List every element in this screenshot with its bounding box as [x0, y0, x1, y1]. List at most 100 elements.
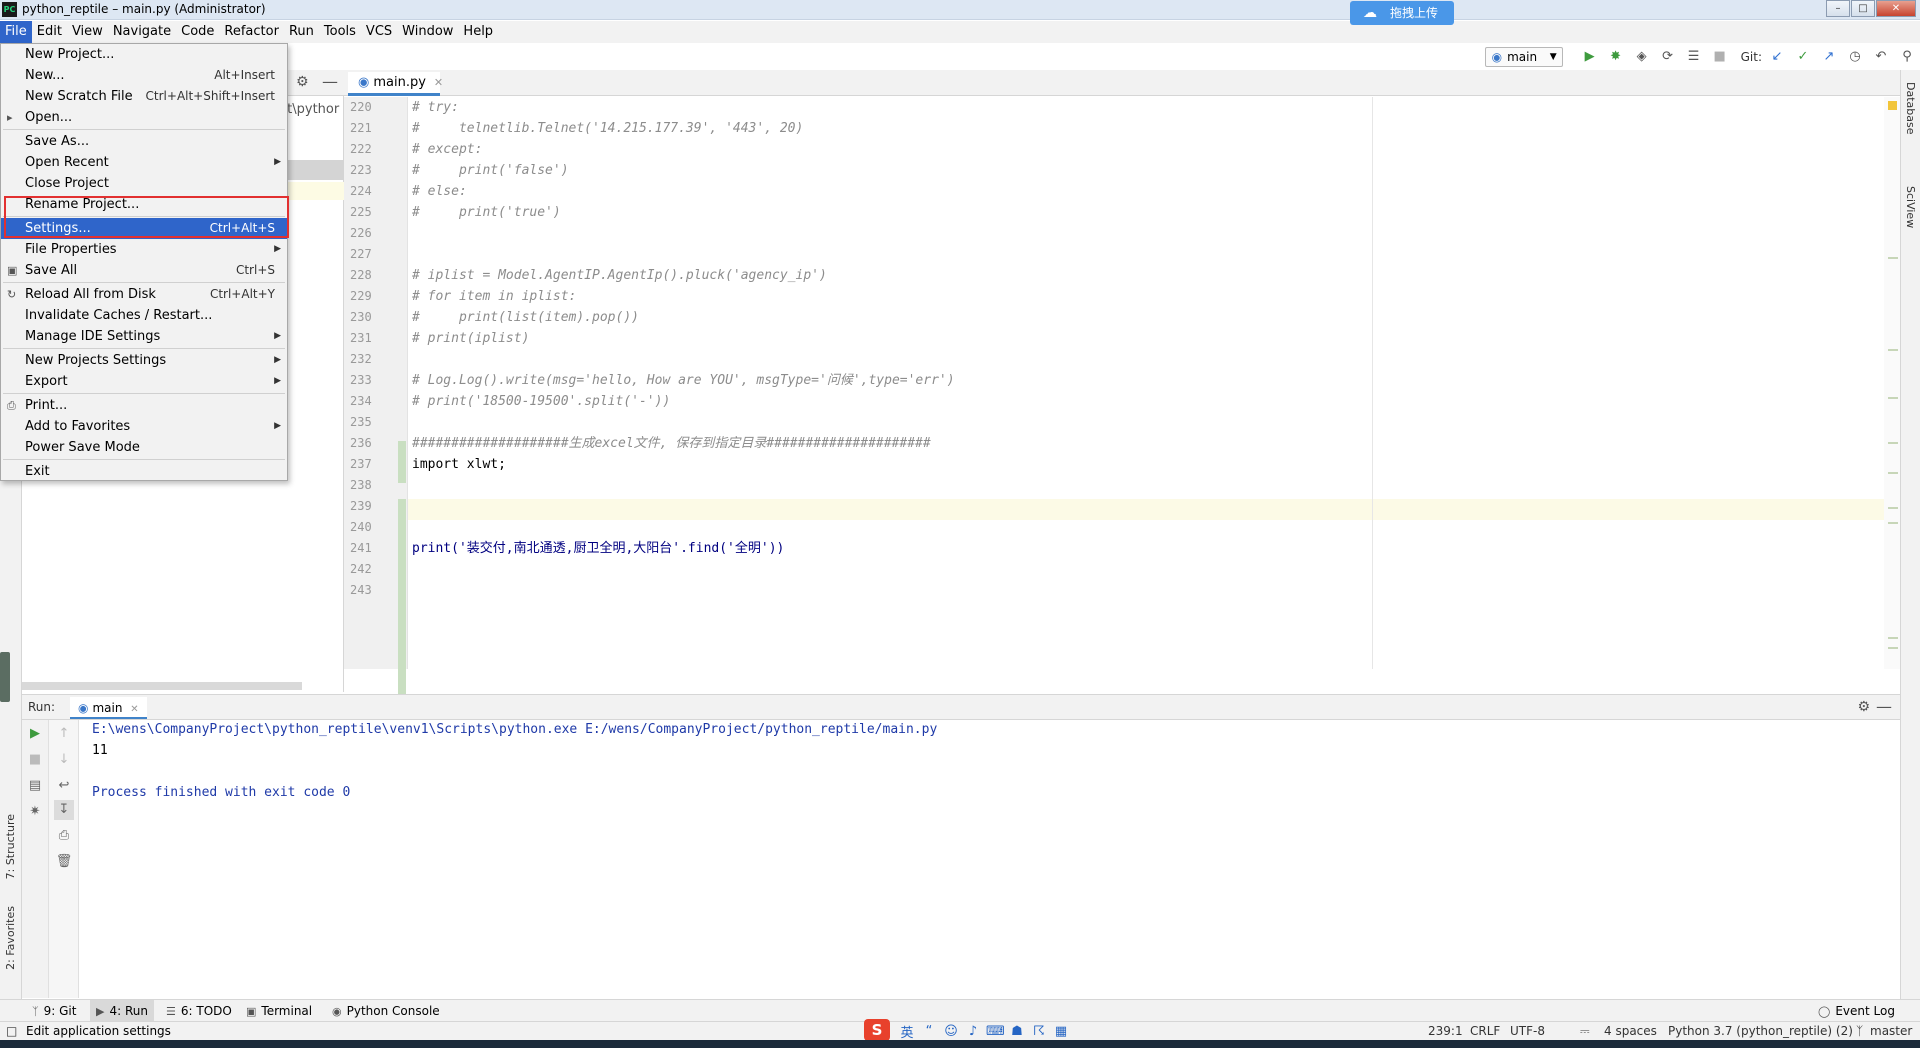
soft-wrap-icon[interactable]: ↩ — [54, 776, 74, 796]
stripe-marker[interactable] — [1888, 397, 1898, 399]
file-menu-manage-ide-settings[interactable]: Manage IDE Settings ▶ — [1, 326, 287, 347]
file-menu-new-project[interactable]: New Project... — [1, 44, 287, 65]
stop-icon[interactable]: ■ — [1709, 46, 1731, 68]
file-menu-print[interactable]: ⎙ Print... — [1, 395, 287, 416]
file-menu-new-projects-settings[interactable]: New Projects Settings ▶ — [1, 350, 287, 371]
tab-git[interactable]: ᛉ 9: Git — [26, 1000, 82, 1022]
code-line[interactable]: # print('true') — [412, 202, 561, 223]
code-line[interactable]: # telnetlib.Telnet('14.215.177.39', '443… — [412, 118, 803, 139]
ime-keyboard-icon[interactable]: ⌨ — [986, 1024, 1005, 1039]
panel-drag-handle[interactable] — [0, 652, 10, 702]
ime-toolbox-icon[interactable]: ▦ — [1052, 1024, 1070, 1039]
lock-icon[interactable]: ⎓ — [1580, 1024, 1590, 1039]
print-icon[interactable]: ⎙ — [54, 826, 74, 846]
search-icon[interactable]: ⚲ — [1896, 46, 1918, 68]
menu-file[interactable]: File — [0, 21, 32, 43]
stripe-marker[interactable] — [1888, 507, 1898, 509]
file-menu-close-project[interactable]: Close Project — [1, 173, 287, 194]
file-menu-invalidate-caches-restart[interactable]: Invalidate Caches / Restart... — [1, 305, 287, 326]
stripe-marker[interactable] — [1888, 472, 1898, 474]
git-branch[interactable]: master — [1870, 1024, 1912, 1038]
code-line[interactable]: # except: — [412, 139, 482, 160]
code-line[interactable]: # else: — [412, 181, 467, 202]
file-menu-new-scratch-file[interactable]: New Scratch File Ctrl+Alt+Shift+Insert — [1, 86, 287, 107]
git-push-icon[interactable]: ↗ — [1818, 46, 1840, 68]
sogou-ime-logo-icon[interactable]: S — [864, 1018, 890, 1041]
code-line[interactable]: # print('18500-19500'.split('-')) — [412, 391, 670, 412]
rerun-icon[interactable]: ▶ — [25, 724, 45, 744]
git-commit-icon[interactable]: ✓ — [1792, 46, 1814, 68]
line-separator[interactable]: CRLF — [1470, 1024, 1500, 1038]
file-menu-file-properties[interactable]: File Properties ▶ — [1, 239, 287, 260]
file-menu-open[interactable]: ▸ Open... — [1, 107, 287, 128]
run-config-select[interactable]: ◉ main ▼ — [1484, 47, 1563, 67]
close-tab-icon[interactable]: ✕ — [434, 76, 443, 89]
close-tab-icon[interactable]: ✕ — [130, 704, 138, 715]
code-line[interactable]: ####################生成excel文件, 保存到指定目录##… — [412, 433, 931, 454]
menu-navigate[interactable]: Navigate — [108, 21, 176, 43]
code-line[interactable]: # try: — [412, 97, 459, 118]
python-interpreter[interactable]: Python 3.7 (python_reptile) (2) — [1668, 1024, 1853, 1038]
rollback-icon[interactable]: ↶ — [1870, 46, 1892, 68]
menu-edit[interactable]: Edit — [32, 21, 67, 43]
git-update-icon[interactable]: ↙ — [1766, 46, 1788, 68]
minimize-button[interactable]: – — [1826, 0, 1850, 17]
file-menu-new[interactable]: New... Alt+Insert — [1, 65, 287, 86]
ime-voice-icon[interactable]: ♪ — [964, 1024, 982, 1039]
horizontal-scrollbar[interactable] — [22, 682, 302, 690]
stripe-marker[interactable] — [1888, 522, 1898, 524]
gear-icon[interactable]: ⚙ — [1857, 699, 1870, 715]
stripe-marker[interactable] — [1888, 637, 1898, 639]
indent-setting[interactable]: 4 spaces — [1604, 1024, 1657, 1038]
file-menu-add-to-favorites[interactable]: Add to Favorites ▶ — [1, 416, 287, 437]
stripe-marker[interactable] — [1888, 442, 1898, 444]
menu-help[interactable]: Help — [458, 21, 498, 43]
menu-refactor[interactable]: Refactor — [219, 21, 284, 43]
arrow-down-icon[interactable]: ↓ — [54, 750, 74, 770]
tab-terminal[interactable]: ▣ Terminal — [240, 1000, 318, 1022]
close-button[interactable]: ✕ — [1876, 0, 1916, 17]
hide-panel-icon[interactable]: — — [1876, 697, 1892, 716]
ime-shirt-icon[interactable]: ☈ — [1030, 1024, 1048, 1039]
maximize-button[interactable]: □ — [1851, 0, 1875, 17]
scroll-to-end-icon[interactable]: ↧ — [54, 800, 74, 820]
code-line[interactable]: # Log.Log().write(msg='hello, How are YO… — [412, 370, 955, 391]
concurrency-icon[interactable]: ☰ — [1683, 46, 1705, 68]
code-line[interactable]: print('装交付,南北通透,厨卫全明,大阳台'.find('全明')) — [412, 538, 784, 559]
profile-icon[interactable]: ⟳ — [1657, 46, 1679, 68]
history-icon[interactable]: ◷ — [1844, 46, 1866, 68]
menu-run[interactable]: Run — [284, 21, 319, 43]
code-editor[interactable]: # try: # telnetlib.Telnet('14.215.177.39'… — [408, 97, 1900, 669]
run-console-output[interactable]: E:\wens\CompanyProject\python_reptile\ve… — [80, 720, 1900, 998]
hide-panel-icon[interactable]: — — [322, 72, 338, 91]
tab-run[interactable]: ▶ 4: Run — [90, 1000, 154, 1022]
stripe-marker[interactable] — [1888, 647, 1898, 649]
favorites-tool-tab[interactable]: 2: Favorites — [4, 906, 17, 970]
code-line[interactable]: # iplist = Model.AgentIP.AgentIp().pluck… — [412, 265, 827, 286]
file-menu-exit[interactable]: Exit — [1, 461, 287, 482]
stop-icon[interactable]: ■ — [25, 750, 45, 770]
file-menu-power-save-mode[interactable]: Power Save Mode — [1, 437, 287, 458]
tab-todo[interactable]: ☰ 6: TODO — [160, 1000, 238, 1022]
run-tab-main[interactable]: ◉ main ✕ — [70, 697, 147, 719]
coverage-icon[interactable]: ◈ — [1631, 46, 1653, 68]
code-line[interactable]: import xlwt; — [412, 454, 506, 475]
file-menu-reload-all-from-disk[interactable]: ↻ Reload All from Disk Ctrl+Alt+Y — [1, 284, 287, 305]
change-marker[interactable] — [398, 441, 406, 483]
file-menu-save-as[interactable]: Save As... — [1, 131, 287, 152]
file-menu-save-all[interactable]: ▣ Save All Ctrl+S — [1, 260, 287, 281]
code-line[interactable]: # for item in iplist: — [412, 286, 576, 307]
arrow-up-icon[interactable]: ↑ — [54, 724, 74, 744]
sciview-tool-tab[interactable]: SciView — [1904, 186, 1917, 228]
event-log-button[interactable]: ◯ Event Log — [1812, 1000, 1901, 1022]
code-line[interactable]: # print(iplist) — [412, 328, 529, 349]
stripe-marker[interactable] — [1888, 257, 1898, 259]
ime-punctuation-icon[interactable]: “ — [920, 1024, 938, 1039]
tab-main-py[interactable]: ◉ main.py ✕ — [348, 72, 443, 96]
menu-tools[interactable]: Tools — [319, 21, 361, 43]
gear-icon[interactable]: ⚙ — [296, 74, 309, 90]
error-stripe[interactable] — [1884, 97, 1900, 669]
file-menu-open-recent[interactable]: Open Recent ▶ — [1, 152, 287, 173]
warning-marker[interactable] — [1888, 101, 1897, 110]
menu-view[interactable]: View — [67, 21, 108, 43]
